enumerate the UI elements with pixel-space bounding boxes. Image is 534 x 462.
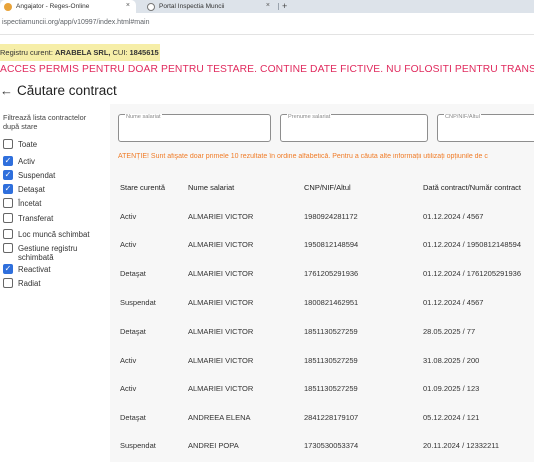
table-cell-stare[interactable]: Activ	[120, 356, 136, 365]
table-cell-nume[interactable]: ALMARIEI VICTOR	[188, 269, 253, 278]
filter-4[interactable]: ✓ Detaşat	[3, 184, 108, 194]
browser-tab-label: Angajator - Reges-Online	[16, 3, 90, 10]
table-cell-cnp[interactable]: 1761205291936	[304, 269, 358, 278]
table-cell-contract[interactable]: 31.08.2025 / 200	[423, 356, 479, 365]
table-cell-cnp[interactable]: 1851130527259	[304, 384, 358, 393]
registry-prefix: Registru curent:	[0, 48, 53, 57]
table-cell-nume[interactable]: ALMARIEI VICTOR	[188, 356, 253, 365]
column-header-stare[interactable]: Stare curentă	[120, 183, 165, 192]
column-header-nume[interactable]: Nume salariat	[188, 183, 234, 192]
table-cell-nume[interactable]: ALMARIEI VICTOR	[188, 298, 253, 307]
results-limit-notice: ATENȚIE! Sunt afişate doar primele 10 re…	[118, 153, 488, 160]
close-tab-icon[interactable]: ×	[266, 2, 270, 9]
table-cell-stare[interactable]: Activ	[120, 384, 136, 393]
filter-3[interactable]: ✓ Suspendat	[3, 170, 108, 180]
table-cell-stare[interactable]: Detaşat	[120, 269, 146, 278]
table-cell-stare[interactable]: Activ	[120, 212, 136, 221]
table-cell-contract[interactable]: 01.12.2024 / 1761205291936	[423, 269, 521, 278]
nume-salariat-input[interactable]: Nume salariat	[118, 114, 271, 142]
table-cell-cnp[interactable]: 1800821462951	[304, 298, 358, 307]
table-cell-stare[interactable]: Suspendat	[120, 441, 156, 450]
url-text[interactable]: ispectiamuncii.org/app/v10997/index.html…	[2, 19, 149, 26]
globe-icon	[147, 2, 155, 11]
checkbox-checked-icon[interactable]: ✓	[3, 264, 13, 274]
checkbox-unchecked-icon[interactable]	[3, 278, 13, 288]
checkbox-unchecked-icon[interactable]	[3, 243, 13, 253]
checkbox-unchecked-icon[interactable]	[3, 213, 13, 223]
table-cell-stare[interactable]: Detaşat	[120, 413, 146, 422]
filter-9[interactable]: ✓ Reactivat	[3, 264, 108, 274]
table-cell-contract[interactable]: 05.12.2024 / 121	[423, 413, 479, 422]
table-cell-contract[interactable]: 01.12.2024 / 1950812148594	[423, 240, 521, 249]
filter-2[interactable]: ✓ Activ	[3, 156, 108, 166]
registry-cui: 1845615	[129, 48, 159, 57]
back-arrow-icon[interactable]: ←	[0, 83, 13, 98]
checkbox-unchecked-icon[interactable]	[3, 139, 13, 149]
checkbox-checked-icon[interactable]: ✓	[3, 184, 13, 194]
browser-tab-reges[interactable]: Angajator - Reges-Online ×	[0, 0, 136, 13]
filter-label: Transferat	[18, 214, 54, 223]
filter-label: Reactivat	[18, 265, 51, 274]
page-title: Căutare contract	[17, 83, 117, 98]
filter-label: Radiat	[18, 279, 41, 288]
browser-tab-inspectia[interactable]: Portal Inspectia Muncii ×	[143, 0, 276, 13]
field-placeholder: Nume salariat	[125, 114, 162, 120]
filter-label: Gestiune registru schimbată	[18, 244, 78, 262]
filter-label: Loc muncă schimbat	[18, 230, 90, 239]
reges-favicon-icon	[4, 2, 12, 11]
table-cell-cnp[interactable]: 1851130527259	[304, 327, 358, 336]
filter-8[interactable]: Gestiune registru schimbată	[3, 243, 108, 262]
filter-5[interactable]: Încetat	[3, 198, 108, 208]
checkbox-unchecked-icon[interactable]	[3, 229, 13, 239]
browser-tab-label: Portal Inspectia Muncii	[159, 3, 225, 10]
filter-6[interactable]: Transferat	[3, 213, 108, 223]
filter-7[interactable]: Loc muncă schimbat	[3, 229, 108, 239]
checkbox-checked-icon[interactable]: ✓	[3, 170, 13, 180]
cnp-input[interactable]: CNP/NIF/Altul	[437, 114, 534, 142]
browser-tab-strip: Angajator - Reges-Online × Portal Inspec…	[0, 0, 534, 13]
table-cell-cnp[interactable]: 1950812148594	[304, 240, 358, 249]
table-cell-nume[interactable]: ALMARIEI VICTOR	[188, 384, 253, 393]
registry-cui-label: CUI:	[112, 48, 128, 57]
table-cell-nume[interactable]: ANDREI POPA	[188, 441, 239, 450]
new-tab-icon[interactable]: +	[282, 0, 287, 12]
filter-label: Toate	[18, 140, 38, 149]
filter-1[interactable]: Toate	[3, 139, 108, 149]
filter-label: Încetat	[18, 199, 42, 208]
table-cell-contract[interactable]: 01.12.2024 / 4567	[423, 298, 483, 307]
table-cell-stare[interactable]: Suspendat	[120, 298, 156, 307]
table-cell-stare[interactable]: Detaşat	[120, 327, 146, 336]
field-placeholder: CNP/NIF/Altul	[444, 114, 481, 120]
filter-label: Activ	[18, 157, 35, 166]
address-bar[interactable]: ispectiamuncii.org/app/v10997/index.html…	[0, 13, 534, 35]
table-cell-nume[interactable]: ALMARIEI VICTOR	[188, 327, 253, 336]
close-tab-icon[interactable]: ×	[126, 2, 130, 9]
table-cell-nume[interactable]: ANDREEA ELENA	[188, 413, 251, 422]
field-placeholder: Prenume salariat	[287, 114, 332, 120]
table-cell-cnp[interactable]: 1851130527259	[304, 356, 358, 365]
table-cell-contract[interactable]: 20.11.2024 / 12332211	[423, 441, 499, 450]
table-cell-contract[interactable]: 01.09.2025 / 123	[423, 384, 479, 393]
filter-label: Suspendat	[18, 171, 56, 180]
checkbox-unchecked-icon[interactable]	[3, 198, 13, 208]
prenume-salariat-input[interactable]: Prenume salariat	[280, 114, 428, 142]
registry-company: ARABELA SRL,	[54, 48, 111, 57]
table-cell-nume[interactable]: ALMARIEI VICTOR	[188, 212, 253, 221]
table-cell-cnp[interactable]: 2841228179107	[304, 413, 358, 422]
table-cell-cnp[interactable]: 1980924281172	[304, 212, 358, 221]
filter-label: Detaşat	[18, 185, 45, 194]
test-environment-warning: ACCES PERMIS PENTRU DOAR PENTRU TESTARE.…	[0, 64, 534, 75]
table-cell-contract[interactable]: 28.05.2025 / 77	[423, 327, 475, 336]
registry-banner: Registru curent: ARABELA SRL, CUI: 18456…	[0, 44, 160, 61]
tab-divider	[278, 3, 279, 10]
table-cell-contract[interactable]: 01.12.2024 / 4567	[423, 212, 483, 221]
table-cell-cnp[interactable]: 1730530053374	[304, 441, 358, 450]
table-cell-nume[interactable]: ALMARIEI VICTOR	[188, 240, 253, 249]
column-header-contract[interactable]: Dată contract/Număr contract	[423, 183, 521, 192]
column-header-cnp[interactable]: CNP/NIF/Altul	[304, 183, 351, 192]
filter-title: Filtrează lista contractelor după stare	[3, 113, 87, 131]
table-cell-stare[interactable]: Activ	[120, 240, 136, 249]
filter-10[interactable]: Radiat	[3, 278, 108, 288]
checkbox-checked-icon[interactable]: ✓	[3, 156, 13, 166]
